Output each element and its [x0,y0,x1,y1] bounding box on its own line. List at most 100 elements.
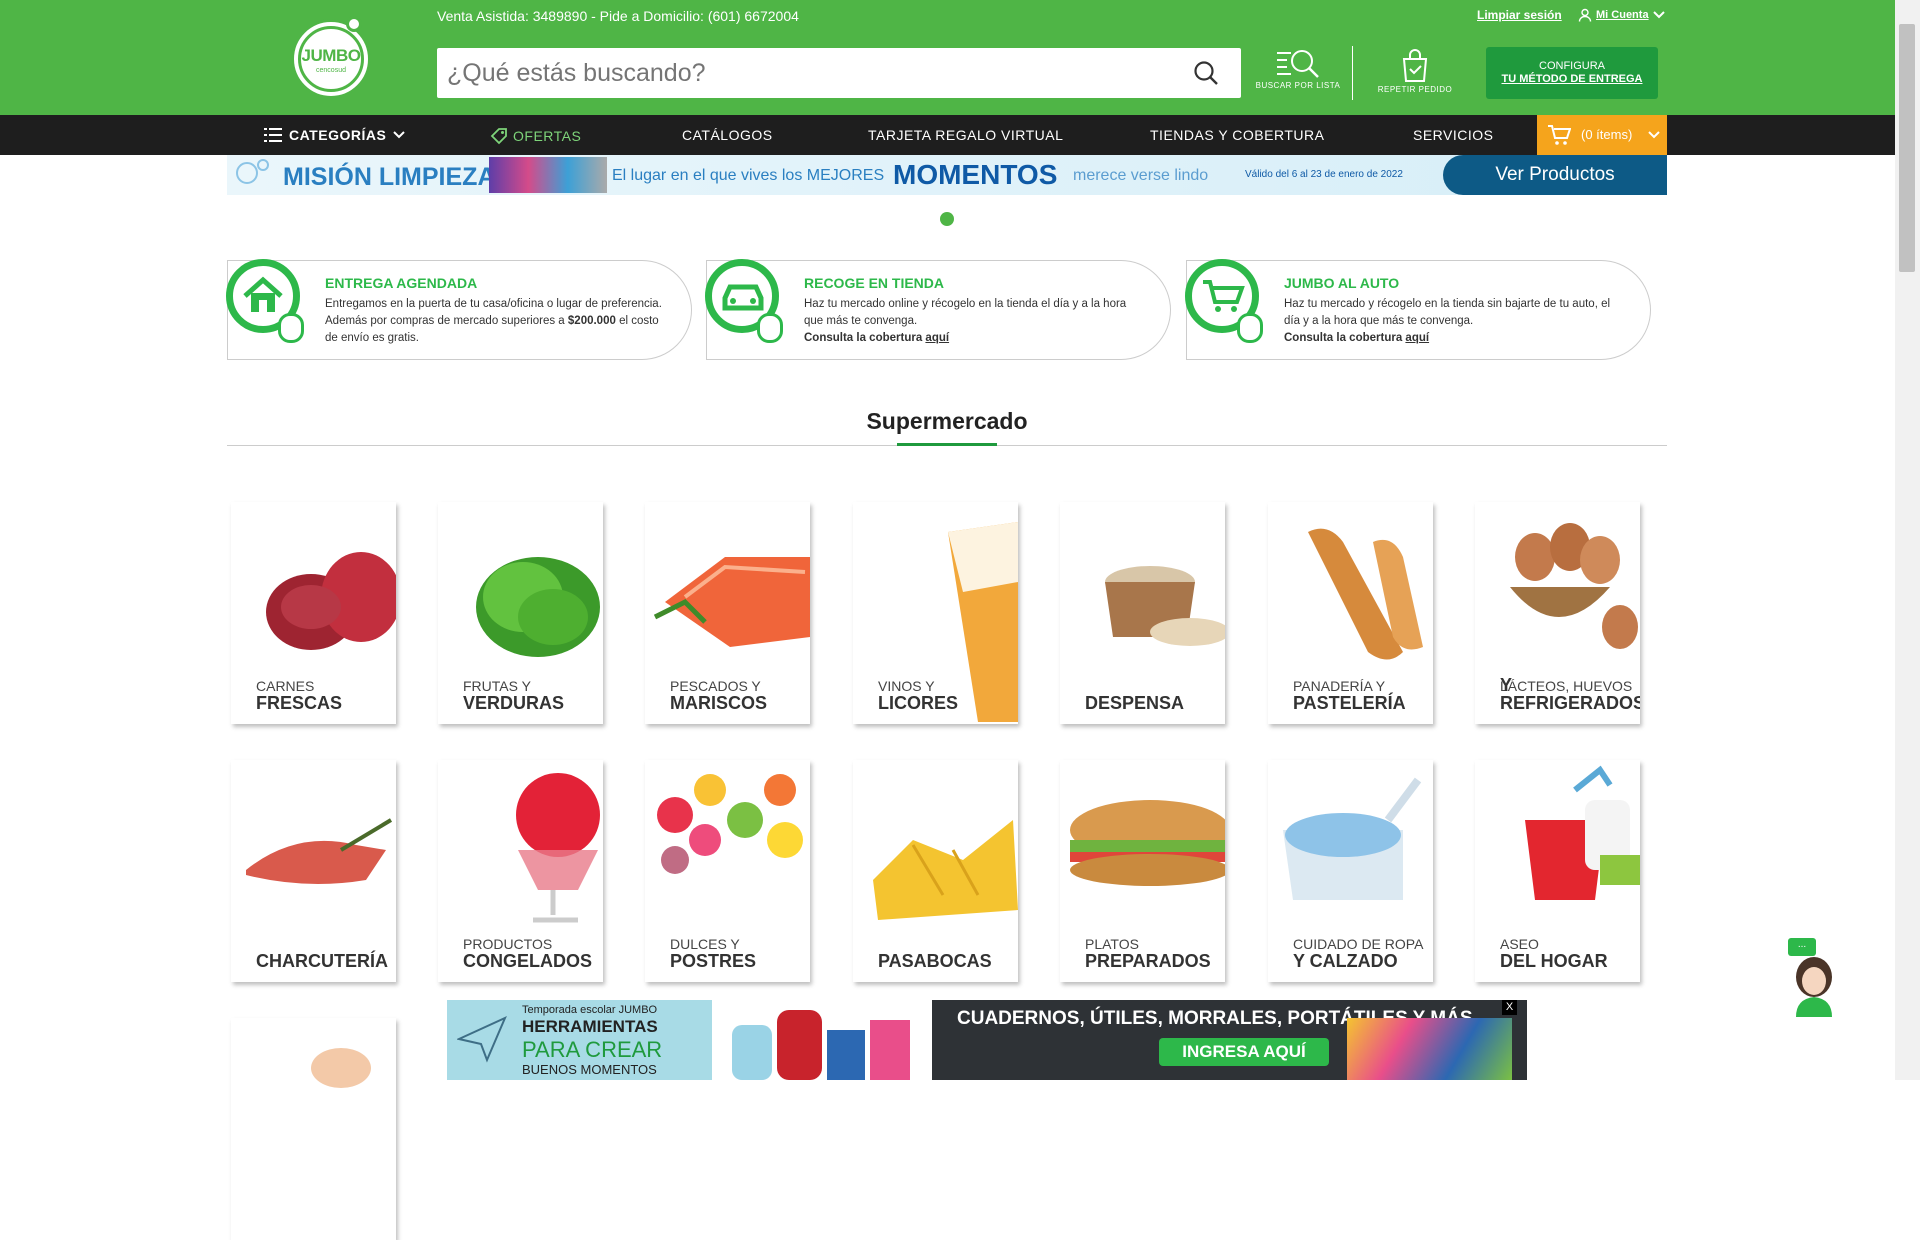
close-promo-button[interactable]: X [1502,1000,1517,1015]
category-label: DEL HOGAR [1500,951,1608,971]
banner-validity: Válido del 6 al 23 de enero de 2022 [1245,169,1403,180]
repeat-order-label: REPETIR PEDIDO [1377,85,1453,94]
search-bar [437,48,1241,98]
coverage-link[interactable]: aquí [925,332,949,344]
category-snacks[interactable]: PASABOCAS [853,760,1018,982]
bread-image [1268,502,1433,672]
category-sweets-desserts[interactable]: DULCES Y POSTRES [645,760,810,982]
search-input[interactable] [447,48,1167,98]
promo-enter-button[interactable]: INGRESA AQUÍ [1159,1038,1329,1066]
page-scrollbar[interactable] [1895,0,1920,1080]
my-account-link[interactable]: Mi Cuenta [1578,8,1665,22]
banner-title: MISIÓN LIMPIEZA [283,163,496,191]
configure-delivery-button[interactable]: CONFIGURA TU MÉTODO DE ENTREGA [1486,47,1658,99]
pantry-image [1060,502,1225,672]
lettuce-image [438,502,603,672]
promo-banner[interactable]: MISIÓN LIMPIEZA El lugar en el que vives… [227,155,1667,195]
scrollbar-thumb[interactable] [1899,24,1915,272]
category-label: CHARCUTERÍA [256,951,388,971]
promo-tools: HERRAMIENTAS [522,1017,658,1036]
section-underline [897,443,997,446]
category-label-small: PANADERÍA Y [1293,678,1386,694]
promo-create: PARA CREAR [522,1037,663,1062]
search-by-list-button[interactable]: BUSCAR POR LISTA [1250,47,1346,90]
cart-icon [1548,125,1571,145]
sorbet-image [438,760,603,930]
chevron-down-icon [1652,11,1665,19]
cleaning-bucket-image [1475,760,1640,930]
coverage-link[interactable]: aquí [1405,332,1429,344]
school-season-promo[interactable]: Temporada escolar JUMBO HERRAMIENTAS PAR… [447,1000,1527,1080]
nav-gift-card[interactable]: TARJETA REGALO VIRTUAL [868,127,1063,143]
nav-catalogs[interactable]: CATÁLOGOS [682,127,773,143]
clear-session-link[interactable]: Limpiar sesión [1477,8,1562,22]
configure-label: CONFIGURA [1539,60,1605,72]
hand-pointer-icon [1237,313,1263,343]
cart-button[interactable]: (0 ítems) [1537,115,1667,155]
header-divider [1352,46,1353,100]
service-title: RECOGE EN TIENDA [804,275,945,291]
carousel-dot[interactable] [940,212,954,226]
service-store-pickup[interactable]: RECOGE EN TIENDA Haz tu mercado online y… [705,259,1171,360]
service-scheduled-delivery[interactable]: ENTREGA AGENDADA Entregamos en la puerta… [226,259,692,360]
category-label: VERDURAS [463,693,565,713]
category-dairy-eggs[interactable]: LÁCTEOS, HUEVOS Y REFRIGERADOS [1475,502,1640,724]
user-icon [1578,8,1592,22]
nav-services[interactable]: SERVICIOS [1413,127,1494,143]
logo-subtext: cencosud [316,67,346,74]
category-fresh-meat[interactable]: CARNES FRESCAS [231,502,396,724]
category-frozen[interactable]: PRODUCTOS CONGELADOS [438,760,603,982]
category-home-cleaning[interactable]: ASEO DEL HOGAR [1475,760,1640,982]
supermarket-section-header: Supermercado [227,408,1667,446]
jumbo-logo[interactable]: JUMBO cencosud [291,16,371,99]
meat-image [231,502,396,672]
category-prepared-meals[interactable]: PLATOS PREPARADOS [1060,760,1225,982]
nav-stores-coverage[interactable]: TIENDAS Y COBERTURA [1150,127,1324,143]
sandwich-image [1060,760,1225,930]
category-card-partial[interactable] [231,1018,396,1240]
search-by-list-label: BUSCAR POR LISTA [1255,81,1341,90]
my-account-label: Mi Cuenta [1596,9,1649,21]
category-label-small: PESCADOS Y [670,678,761,694]
category-deli[interactable]: CHARCUTERÍA [231,760,396,982]
candies-image [645,760,810,930]
category-laundry[interactable]: CUIDADO DE ROPA Y CALZADO [1268,760,1433,982]
salmon-image [645,502,810,672]
category-label: PASTELERÍA [1293,693,1406,713]
deli-image [231,760,396,930]
promo-moments: BUENOS MOMENTOS [522,1062,657,1077]
category-label-small: CUIDADO DE ROPA [1293,936,1424,952]
cleaning-products-image [489,157,607,193]
category-label: Y CALZADO [1293,951,1398,971]
promo-season: Temporada escolar JUMBO [522,1004,658,1016]
chat-bubble[interactable]: ... [1788,938,1816,956]
search-icon[interactable] [1193,60,1219,86]
detergent-image [1268,760,1433,930]
category-label: CONGELADOS [463,951,593,971]
categories-menu[interactable]: CATEGORÍAS [264,127,406,143]
chat-assistant-avatar[interactable] [1790,955,1838,1017]
list-search-icon [1277,50,1319,78]
service-description: Entregamos en la puerta de tu casa/ofici… [325,298,662,344]
service-description: Haz tu mercado y récogelo en la tienda s… [1284,298,1611,344]
chevron-down-icon [1648,131,1660,139]
service-drive-thru[interactable]: JUMBO AL AUTO Haz tu mercado y récogelo … [1185,259,1651,360]
category-label-small: DULCES Y [670,936,740,952]
category-bakery[interactable]: PANADERÍA Y PASTELERÍA [1268,502,1433,724]
hand-pointer-icon [757,313,783,343]
shopping-bag-icon [1402,49,1428,82]
tag-icon [490,128,507,145]
category-label: Y REFRIGERADOS [1500,675,1640,713]
category-label-small: VINOS Y [878,678,935,694]
view-products-button[interactable]: Ver Productos [1443,155,1667,195]
service-title: ENTREGA AGENDADA [325,275,478,291]
category-fruits-vegetables[interactable]: FRUTAS Y VERDURAS [438,502,603,724]
repeat-order-button[interactable]: REPETIR PEDIDO [1367,47,1463,94]
nav-offers[interactable]: OFERTAS [490,127,581,145]
category-pantry[interactable]: DESPENSA [1060,502,1225,724]
banner-text: El lugar en el que vives los MEJORES [612,167,885,184]
category-wines-liquors[interactable]: VINOS Y LICORES [853,502,1018,724]
category-fish-seafood[interactable]: PESCADOS Y MARISCOS [645,502,810,724]
cart-icon [1203,280,1245,312]
header: JUMBO cencosud Venta Asistida: 3489890 -… [0,0,1895,115]
